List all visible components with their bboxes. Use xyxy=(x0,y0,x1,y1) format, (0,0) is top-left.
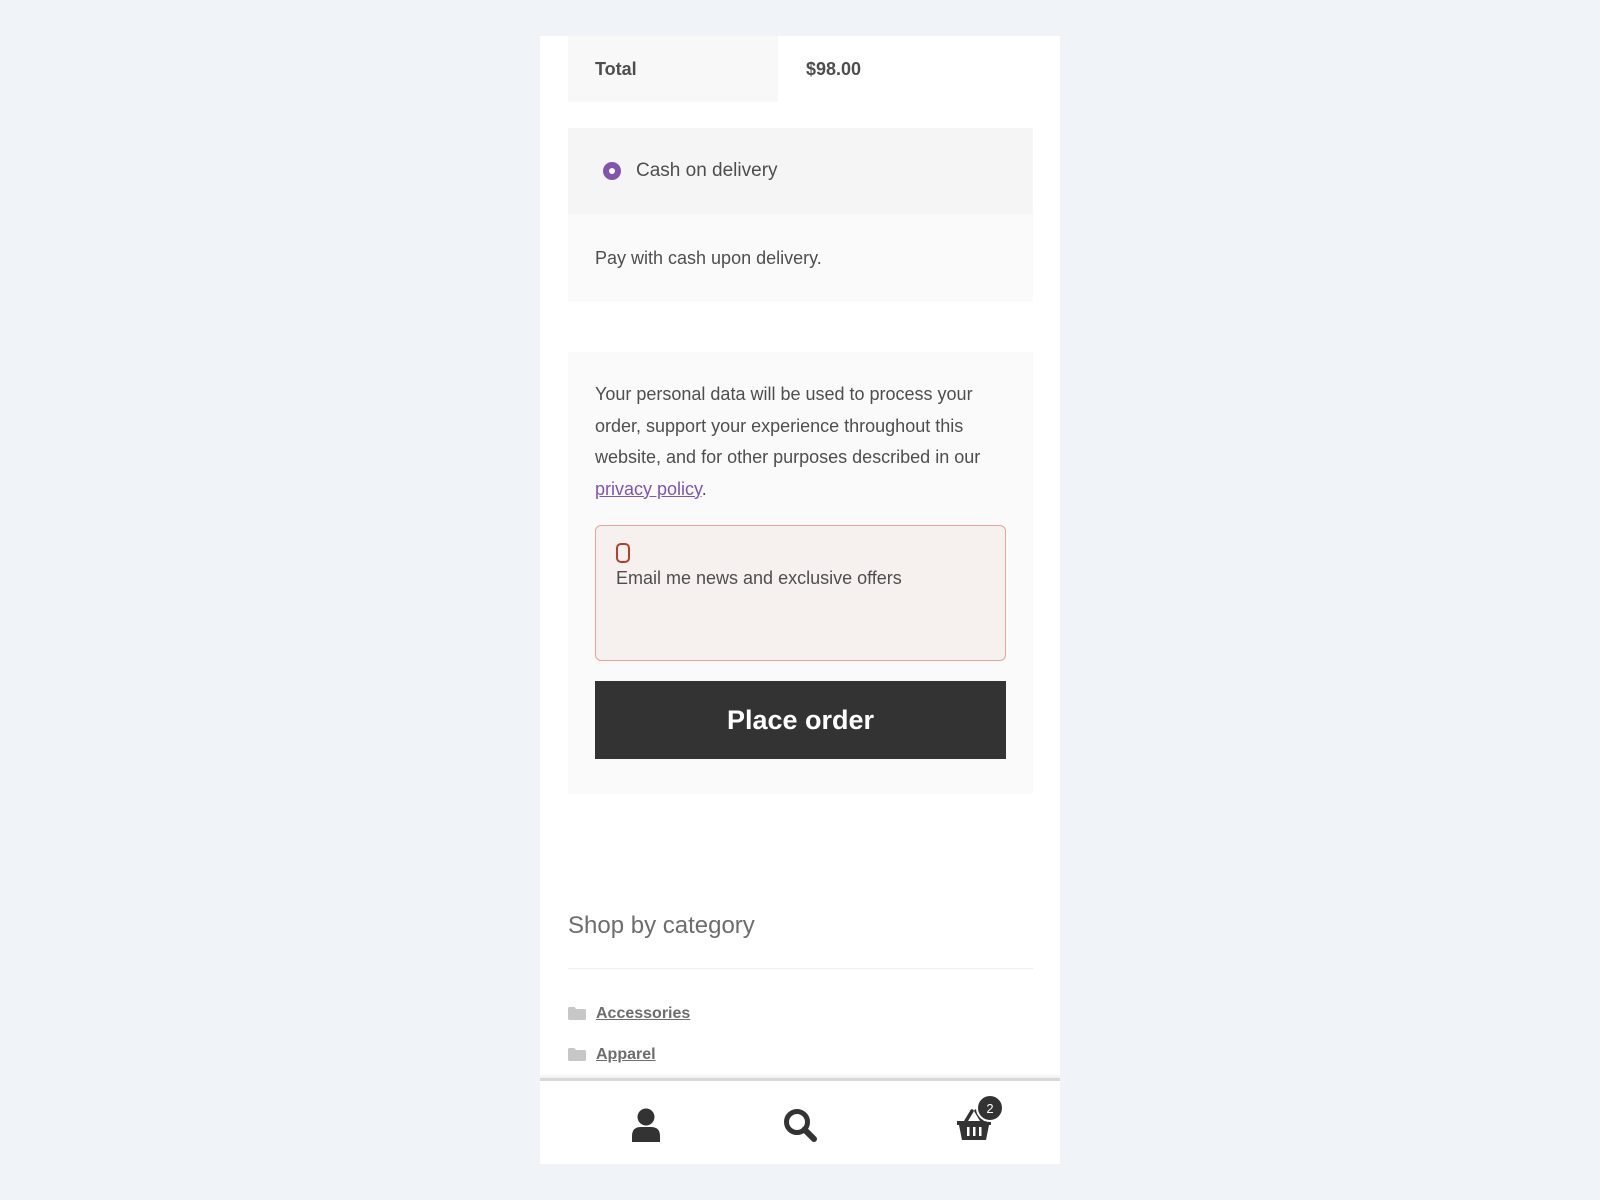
payment-method-label[interactable]: Cash on delivery xyxy=(636,160,778,182)
order-total-label: Total xyxy=(568,36,778,102)
newsletter-checkbox[interactable] xyxy=(616,543,630,563)
order-total-row: Total $98.00 xyxy=(568,36,1033,102)
order-total-value: $98.00 xyxy=(806,58,862,79)
folder-icon xyxy=(568,1048,586,1061)
search-icon xyxy=(784,1109,817,1142)
privacy-text-before: Your personal data will be used to proce… xyxy=(595,384,981,467)
place-order-section: Your personal data will be used to proce… xyxy=(568,352,1033,794)
payment-method-description: Pay with cash upon delivery. xyxy=(568,214,1033,302)
payment-method-cod[interactable]: Cash on delivery xyxy=(568,128,1033,214)
checkout-viewport: Total $98.00 Cash on delivery Pay with c… xyxy=(540,36,1060,1164)
cart-button[interactable]: 2 xyxy=(954,1094,1004,1145)
category-item: Accessories xyxy=(568,993,1033,1034)
shop-by-category-title: Shop by category xyxy=(568,912,1033,969)
category-item: Apparel xyxy=(568,1034,1033,1075)
privacy-policy-text: Your personal data will be used to proce… xyxy=(595,379,1006,505)
privacy-text-after: . xyxy=(701,478,707,499)
handheld-footer-bar: 2 xyxy=(540,1078,1060,1164)
user-icon xyxy=(632,1108,660,1142)
my-account-button[interactable] xyxy=(626,1105,666,1145)
search-button[interactable] xyxy=(780,1105,820,1145)
category-list: Accessories Apparel xyxy=(568,993,1033,1075)
newsletter-label[interactable]: Email me news and exclusive offers xyxy=(616,568,985,589)
checkout-content: Total $98.00 Cash on delivery Pay with c… xyxy=(568,36,1033,1075)
category-link-accessories[interactable]: Accessories xyxy=(596,1005,690,1023)
category-link-apparel[interactable]: Apparel xyxy=(596,1046,656,1064)
folder-icon xyxy=(568,1007,586,1020)
privacy-policy-link[interactable]: privacy policy xyxy=(595,479,702,499)
newsletter-optin-box: Email me news and exclusive offers xyxy=(595,525,1006,661)
payment-radio-selected[interactable] xyxy=(603,162,621,180)
place-order-button[interactable]: Place order xyxy=(595,681,1006,759)
cart-count-badge: 2 xyxy=(976,1094,1004,1122)
